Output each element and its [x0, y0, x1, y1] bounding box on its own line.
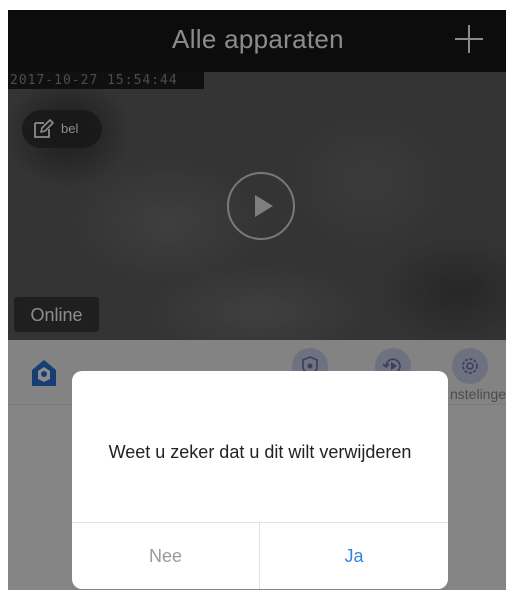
dialog-message: Weet u zeker dat u dit wilt verwijderen: [108, 442, 412, 462]
confirm-button[interactable]: Ja: [260, 523, 448, 589]
app-screen: Alle apparaten 2017-10-27 15:54:44 bel O…: [8, 10, 506, 590]
cancel-button[interactable]: Nee: [72, 523, 259, 589]
confirm-delete-dialog: Weet u zeker dat u dit wilt verwijderen …: [72, 371, 448, 589]
